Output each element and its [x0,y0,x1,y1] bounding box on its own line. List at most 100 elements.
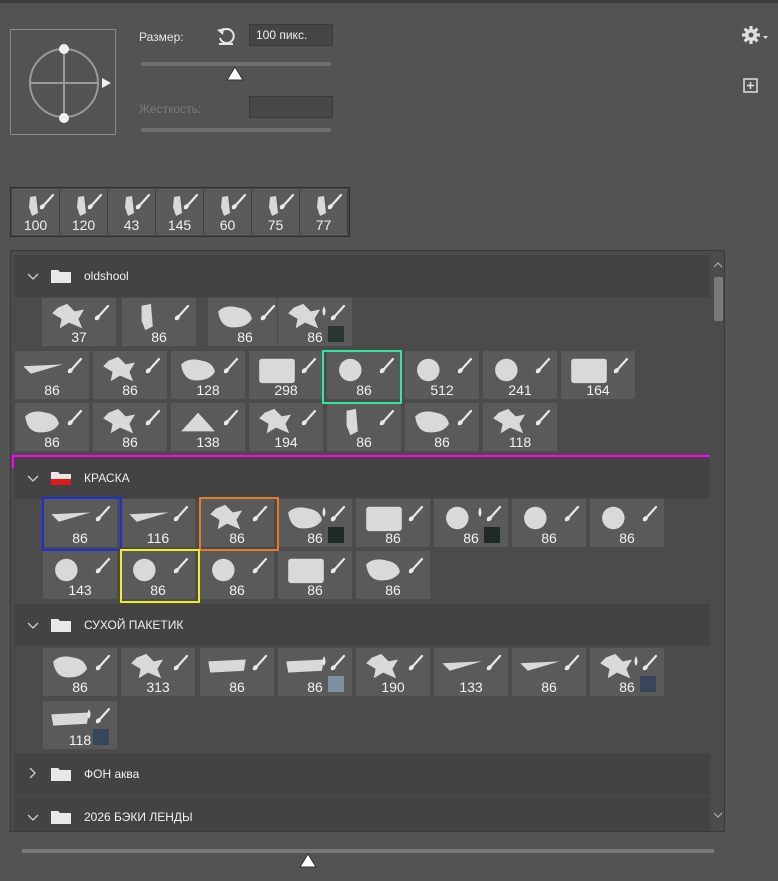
brush-preset-tile[interactable]: 298 [248,350,324,400]
brush-group-header[interactable]: ФОН аква [14,753,710,795]
brush-preset-tile[interactable]: 118 [42,700,118,750]
size-field[interactable]: 100 пикс. [249,24,333,46]
brush-size: 138 [196,434,220,450]
recent-brush-tile[interactable]: 100 [12,189,60,235]
brush-preset-tile[interactable]: 86 [120,550,196,600]
brush-preset-tile[interactable]: 86 [277,297,353,347]
brush-icon [172,304,190,322]
recent-brush-tile[interactable]: 145 [156,189,204,235]
brush-preset-tile[interactable]: 86 [589,498,665,548]
brush-icon [328,304,346,322]
brush-tip-shape [411,407,455,437]
scroll-up-icon[interactable] [713,261,723,269]
brush-preset-tile[interactable]: 86 [42,498,118,548]
brush-preset-tile[interactable]: 86 [199,647,275,697]
brush-icon [171,557,189,575]
brush-group-header[interactable]: 2026 БЭКИ ЛЕНДЫ [14,796,710,831]
brush-preset-tile[interactable]: 86 [511,647,587,697]
gear-icon[interactable] [740,24,770,46]
recent-brush-tile[interactable]: 77 [300,189,348,235]
brush-preset-tile[interactable]: 138 [170,402,246,452]
brush-preset-tile[interactable]: 86 [355,498,431,548]
brush-tip-shape [21,355,65,385]
brush-preset-tile[interactable]: 86 [404,402,480,452]
brush-icon [93,505,111,523]
brush-preset-tile[interactable]: 86 [121,297,197,347]
brush-size: 86 [229,679,245,695]
brush-preset-tile[interactable]: 86 [355,550,431,600]
chevron-down-icon[interactable] [14,269,46,284]
brush-icon [328,557,346,575]
brush-preset-tile[interactable]: 164 [560,350,636,400]
brush-preset-tile[interactable]: 143 [42,550,118,600]
brush-size: 512 [430,382,454,398]
brush-preset-tile[interactable]: 86 [42,647,118,697]
chevron-down-icon[interactable] [14,810,46,825]
brush-preset-tile[interactable]: 190 [355,647,431,697]
brush-preset-tile[interactable]: 194 [248,402,324,452]
brush-tip-shape [333,355,377,385]
brush-preset-tile[interactable]: 86 [14,402,90,452]
brush-preset-tile[interactable]: 86 [277,647,353,697]
brush-group-header[interactable]: КРАСКА [14,457,710,499]
scrollbar-thumb[interactable] [714,277,723,321]
chevron-down-icon[interactable] [14,618,46,633]
brush-tip-preview[interactable] [10,29,116,135]
brush-preset-tile[interactable]: 86 [433,498,509,548]
brush-icon [65,357,83,375]
reset-icon[interactable] [215,24,237,46]
size-slider-thumb[interactable] [226,66,244,82]
brush-preset-tile[interactable]: 86 [207,297,283,347]
recent-brush-tile[interactable]: 75 [252,189,300,235]
scrollbar[interactable] [711,251,724,831]
brush-tip-shape [49,555,93,585]
brush-preset-tile[interactable]: 86 [589,647,665,697]
brush-preset-tile[interactable]: 118 [482,402,558,452]
folder-icon [50,617,72,633]
brush-preset-tile[interactable]: 86 [199,550,275,600]
chevron-right-icon[interactable] [14,767,46,782]
brush-size: 86 [150,582,166,598]
hardness-slider[interactable] [141,128,331,132]
preview-size-thumb[interactable] [299,853,317,869]
brush-preset-tile[interactable]: 86 [326,402,402,452]
brush-preset-tile[interactable]: 86 [277,498,353,548]
brush-group-header[interactable]: oldshool [14,255,710,297]
brush-icon [93,707,111,725]
brush-tip-shape [214,302,258,332]
brush-size: 86 [72,530,88,546]
brush-size: 190 [381,679,405,695]
brush-preset-tile[interactable]: 128 [170,350,246,400]
brush-icon [133,193,151,216]
brush-preset-tile[interactable]: 86 [326,350,402,400]
brush-preset-tile[interactable]: 241 [482,350,558,400]
brush-preset-tile[interactable]: 86 [277,550,353,600]
brush-tip-shape [567,355,611,385]
brush-size: 120 [71,217,96,233]
group-name: 2026 БЭКИ ЛЕНДЫ [84,810,193,824]
brush-tip-shape [49,652,93,682]
chevron-down-icon[interactable] [14,471,46,486]
recent-brush-tile[interactable]: 120 [60,189,108,235]
brush-preset-tile[interactable]: 86 [92,350,168,400]
brush-preset-tile[interactable]: 86 [199,498,275,548]
new-preset-icon[interactable] [741,76,761,96]
scroll-down-icon[interactable] [713,811,723,819]
brush-preset-tile[interactable]: 313 [120,647,196,697]
hardness-field[interactable] [249,96,333,118]
brush-preset-tile[interactable]: 86 [92,402,168,452]
brush-group-header[interactable]: СУХОЙ ПАКЕТИК [14,604,710,646]
preview-size-slider[interactable] [22,849,714,853]
brush-preset-tile[interactable]: 116 [120,498,196,548]
brush-size: 86 [237,329,253,345]
brush-preset-tile[interactable]: 133 [433,647,509,697]
brush-preset-tile[interactable]: 512 [404,350,480,400]
brush-size: 86 [307,329,323,345]
brush-icon [484,505,502,523]
brush-icon [181,193,199,216]
brush-preset-tile[interactable]: 37 [41,297,117,347]
brush-preset-tile[interactable]: 86 [511,498,587,548]
brush-preset-tile[interactable]: 86 [14,350,90,400]
recent-brush-tile[interactable]: 60 [204,189,252,235]
recent-brush-tile[interactable]: 43 [108,189,156,235]
